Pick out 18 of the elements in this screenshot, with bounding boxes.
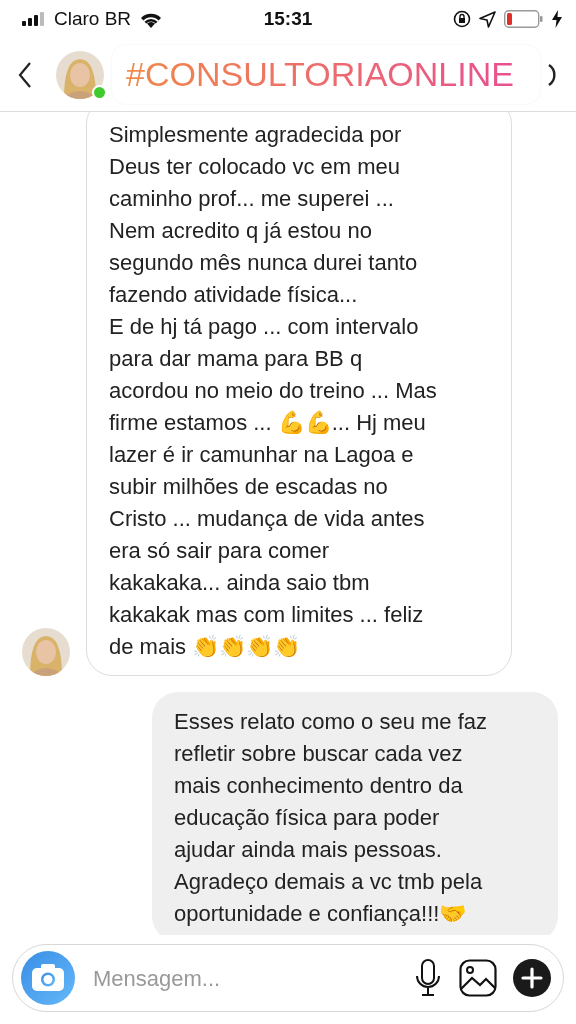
battery-icon	[504, 10, 544, 28]
location-icon	[479, 10, 496, 28]
avatar	[22, 628, 70, 676]
arc-icon	[548, 62, 556, 87]
microphone-icon[interactable]	[413, 959, 443, 997]
rotation-lock-icon	[453, 10, 471, 28]
sent-message: Esses relato como o seu me faz refletir sobre buscar cada vez mais conhecimento dentro da educação física para poder ajudar ainda mais pessoas. Agradeço demais a vc tmb pela oportunidade e confiança!!!🤝	[152, 692, 558, 935]
signal-icon	[22, 12, 46, 26]
back-icon[interactable]	[18, 61, 32, 88]
camera-icon[interactable]	[21, 951, 75, 1005]
charging-icon	[552, 10, 562, 28]
hashtag-sticker: #CONSULTORIAONLINE	[112, 44, 540, 105]
gallery-icon[interactable]	[459, 959, 497, 997]
message-field[interactable]: Mensagem...	[91, 960, 397, 996]
avatar	[56, 50, 104, 99]
clock-time: 15:31	[263, 6, 313, 31]
carrier-name: Claro BR	[54, 6, 132, 31]
add-icon[interactable]	[513, 959, 551, 997]
